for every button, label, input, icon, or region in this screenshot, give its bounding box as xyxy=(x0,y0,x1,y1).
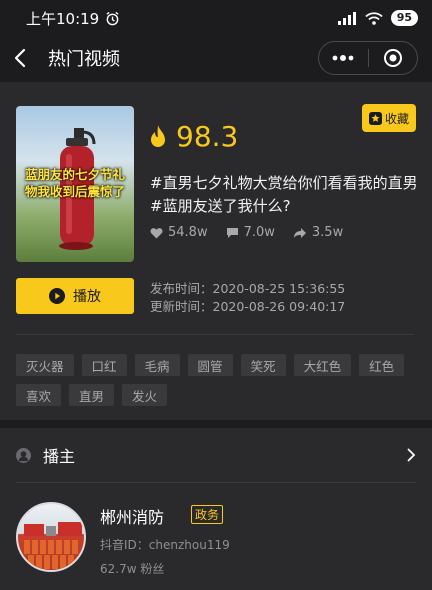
play-button[interactable]: 播放 xyxy=(16,278,134,314)
wifi-icon xyxy=(365,11,383,25)
page-title: 热门视频 xyxy=(48,49,120,70)
tag-item[interactable]: 毛病 xyxy=(134,354,180,376)
tag-item[interactable]: 喜欢 xyxy=(16,384,62,406)
host-fans-count: 62.7w 粉丝 xyxy=(100,562,165,576)
likes-stat: 54.8w xyxy=(150,225,208,240)
video-title: #直男七夕礼物大赏给你们看看我的直男#蓝朋友送了我什么? xyxy=(150,174,418,215)
share-arrow-icon xyxy=(293,227,306,238)
alarm-clock-icon xyxy=(105,11,120,26)
more-dots-icon xyxy=(332,55,354,61)
publish-time: 发布时间：2020-08-25 15:36:55 xyxy=(150,281,346,296)
video-stats: 54.8w 7.0w 3.5w xyxy=(150,225,343,240)
tag-item[interactable]: 大红色 xyxy=(293,354,352,376)
tag-item[interactable]: 灭火器 xyxy=(16,354,74,376)
card-divider xyxy=(16,334,414,335)
video-thumbnail[interactable]: 蓝朋友的七夕节礼物我收到后震惊了 xyxy=(16,106,134,262)
shares-count: 3.5w xyxy=(311,225,344,240)
status-indicators: 95 xyxy=(337,10,418,26)
tag-item[interactable]: 红色 xyxy=(359,354,405,376)
likes-count: 54.8w xyxy=(168,225,208,240)
tag-item[interactable]: 圆管 xyxy=(187,354,233,376)
tag-item[interactable]: 笑死 xyxy=(240,354,286,376)
hot-score: 98.3 xyxy=(148,120,238,153)
back-arrow-icon[interactable] xyxy=(14,46,34,70)
shares-stat: 3.5w xyxy=(293,225,343,240)
nav-bar: 热门视频 xyxy=(0,36,432,80)
status-bar: 上午10:19 95 xyxy=(0,0,432,36)
mini-program-capsule xyxy=(318,41,418,75)
host-section: 播主 郴州消防 政务 抖音ID：chenzhou119 62.7w 粉丝 xyxy=(0,428,432,590)
video-dates: 发布时间：2020-08-25 15:36:55 更新时间：2020-08-26… xyxy=(150,280,345,316)
tag-item[interactable]: 口红 xyxy=(81,354,127,376)
fire-brigade-photo xyxy=(24,522,82,569)
comments-stat: 7.0w xyxy=(226,225,275,240)
target-circle-icon xyxy=(383,49,402,67)
government-badge: 政务 xyxy=(191,505,224,524)
close-mini-program-button[interactable] xyxy=(369,42,418,74)
update-time: 更新时间：2020-08-26 09:40:17 xyxy=(150,299,346,314)
host-douyin-id: 抖音ID：chenzhou119 xyxy=(100,538,230,552)
collect-label: 收藏 xyxy=(384,111,409,126)
tag-list: 灭火器 口红 毛病 圆管 笑死 大红色 红色 喜欢 直男 发火 xyxy=(16,354,416,406)
heart-icon xyxy=(150,227,163,238)
star-icon xyxy=(368,111,382,125)
more-button[interactable] xyxy=(319,42,368,74)
flame-icon xyxy=(151,124,165,147)
play-label: 播放 xyxy=(73,289,101,305)
score-value: 98.3 xyxy=(176,120,239,153)
status-time: 上午10:19 xyxy=(26,9,100,28)
play-icon xyxy=(49,288,65,304)
battery-indicator: 95 xyxy=(390,10,418,26)
host-avatar[interactable] xyxy=(16,502,86,572)
host-name: 郴州消防 xyxy=(100,508,165,527)
chevron-right-icon xyxy=(407,448,416,462)
tag-item[interactable]: 发火 xyxy=(122,384,168,406)
host-section-label: 播主 xyxy=(43,447,76,466)
tag-item[interactable]: 直男 xyxy=(69,384,115,406)
comment-icon xyxy=(226,227,238,238)
collect-button[interactable]: 收藏 xyxy=(362,104,416,132)
video-card: 蓝朋友的七夕节礼物我收到后震惊了 收藏 98.3 #直男七夕礼物大赏给你们看看我… xyxy=(0,82,432,420)
host-avatar-icon xyxy=(16,447,31,463)
comments-count: 7.0w xyxy=(243,225,275,240)
status-time-group: 上午10:19 xyxy=(26,8,120,29)
cellular-signal-icon xyxy=(337,11,357,25)
thumbnail-caption: 蓝朋友的七夕节礼物我收到后震惊了 xyxy=(24,167,125,199)
host-header[interactable]: 播主 xyxy=(16,428,416,483)
